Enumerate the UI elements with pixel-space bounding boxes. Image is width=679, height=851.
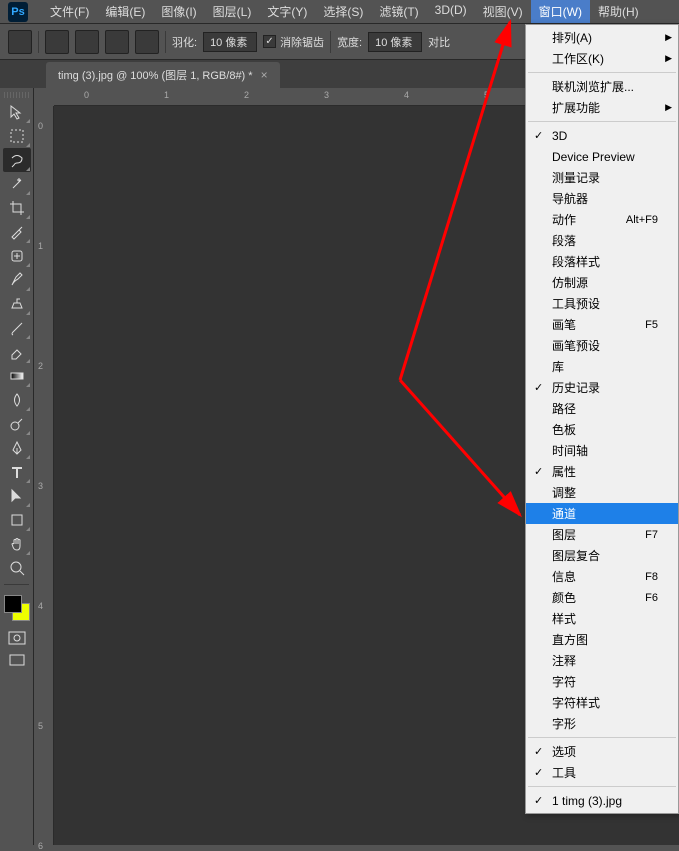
tool-preset-picker[interactable] (8, 30, 32, 54)
color-swatches[interactable] (4, 595, 30, 621)
feather-label: 羽化: (172, 34, 197, 50)
menu-文字[interactable]: 文字(Y) (259, 0, 315, 23)
menu-item[interactable]: 工作区(K)▶ (526, 48, 678, 69)
path-selection-tool[interactable] (3, 484, 31, 508)
type-tool[interactable] (3, 460, 31, 484)
toolbar (0, 88, 34, 845)
menu-item[interactable]: 路径 (526, 398, 678, 419)
dodge-tool[interactable] (3, 412, 31, 436)
menu-item[interactable]: 画笔预设 (526, 335, 678, 356)
ps-logo: Ps (8, 2, 28, 22)
antialias-checkbox[interactable]: ✓ 消除锯齿 (263, 34, 324, 50)
foreground-color-swatch[interactable] (4, 595, 22, 613)
menu-item[interactable]: 调整 (526, 482, 678, 503)
selection-intersect-icon[interactable] (135, 30, 159, 54)
menu-item[interactable]: 时间轴 (526, 440, 678, 461)
document-tab-title: timg (3).jpg @ 100% (图层 1, RGB/8#) * (58, 67, 253, 83)
menu-item[interactable]: ✓1 timg (3).jpg (526, 790, 678, 811)
menu-item[interactable]: 色板 (526, 419, 678, 440)
menu-item[interactable]: 段落 (526, 230, 678, 251)
blur-tool[interactable] (3, 388, 31, 412)
zoom-tool[interactable] (3, 556, 31, 580)
menu-文件[interactable]: 文件(F) (42, 0, 97, 23)
ruler-corner (34, 88, 54, 106)
menu-item[interactable]: 仿制源 (526, 272, 678, 293)
menu-item[interactable]: 段落样式 (526, 251, 678, 272)
menu-item[interactable]: 排列(A)▶ (526, 27, 678, 48)
menu-item[interactable]: 颜色F6 (526, 587, 678, 608)
menu-item[interactable]: 信息F8 (526, 566, 678, 587)
menu-item[interactable]: Device Preview (526, 146, 678, 167)
menu-item[interactable]: 图层F7 (526, 524, 678, 545)
menu-item[interactable]: 联机浏览扩展... (526, 76, 678, 97)
menu-item[interactable]: 通道 (526, 503, 678, 524)
menu-item[interactable]: 图层复合 (526, 545, 678, 566)
menu-item[interactable]: 字符 (526, 671, 678, 692)
clone-stamp-tool[interactable] (3, 292, 31, 316)
menu-item[interactable]: 动作Alt+F9 (526, 209, 678, 230)
gradient-tool[interactable] (3, 364, 31, 388)
menu-窗口[interactable]: 窗口(W) (531, 0, 590, 23)
menu-item[interactable]: 库 (526, 356, 678, 377)
menu-选择[interactable]: 选择(S) (315, 0, 371, 23)
menu-item[interactable]: 导航器 (526, 188, 678, 209)
pen-tool[interactable] (3, 436, 31, 460)
menu-图层[interactable]: 图层(L) (205, 0, 260, 23)
contrast-label: 对比 (428, 34, 450, 50)
menu-帮助[interactable]: 帮助(H) (590, 0, 647, 23)
history-brush-tool[interactable] (3, 316, 31, 340)
window-menu-dropdown: 排列(A)▶工作区(K)▶ 联机浏览扩展...扩展功能▶ ✓3DDevice Pre… (525, 24, 679, 814)
menu-图像[interactable]: 图像(I) (153, 0, 204, 23)
selection-new-icon[interactable] (45, 30, 69, 54)
screen-mode-toggle[interactable] (5, 651, 29, 669)
lasso-tool[interactable] (3, 148, 31, 172)
hand-tool[interactable] (3, 532, 31, 556)
width-label: 宽度: (337, 34, 362, 50)
menu-item[interactable]: 扩展功能▶ (526, 97, 678, 118)
selection-add-icon[interactable] (75, 30, 99, 54)
marquee-tool[interactable] (3, 124, 31, 148)
move-tool[interactable] (3, 100, 31, 124)
menu-item[interactable]: ✓历史记录 (526, 377, 678, 398)
selection-subtract-icon[interactable] (105, 30, 129, 54)
brush-tool[interactable] (3, 268, 31, 292)
menubar: Ps 文件(F)编辑(E)图像(I)图层(L)文字(Y)选择(S)滤镜(T)3D… (0, 0, 679, 24)
width-input[interactable] (368, 32, 422, 52)
menu-item[interactable]: 字形 (526, 713, 678, 734)
close-icon[interactable]: × (261, 68, 268, 82)
menu-item[interactable]: 画笔F5 (526, 314, 678, 335)
quick-mask-toggle[interactable] (5, 629, 29, 647)
menu-item[interactable]: ✓3D (526, 125, 678, 146)
document-tab[interactable]: timg (3).jpg @ 100% (图层 1, RGB/8#) * × (46, 62, 280, 88)
healing-brush-tool[interactable] (3, 244, 31, 268)
menu-滤镜[interactable]: 滤镜(T) (371, 0, 426, 23)
menu-视图[interactable]: 视图(V) (475, 0, 531, 23)
shape-tool[interactable] (3, 508, 31, 532)
menu-item[interactable]: 直方图 (526, 629, 678, 650)
menu-item[interactable]: 样式 (526, 608, 678, 629)
menu-item[interactable]: 工具预设 (526, 293, 678, 314)
eyedropper-tool[interactable] (3, 220, 31, 244)
menu-item[interactable]: 测量记录 (526, 167, 678, 188)
menu-item[interactable]: ✓选项 (526, 741, 678, 762)
menu-item[interactable]: 字符样式 (526, 692, 678, 713)
menu-item[interactable]: ✓工具 (526, 762, 678, 783)
menu-item[interactable]: ✓属性 (526, 461, 678, 482)
menu-3d[interactable]: 3D(D) (427, 0, 475, 23)
toolbar-handle[interactable] (4, 92, 29, 98)
crop-tool[interactable] (3, 196, 31, 220)
menu-编辑[interactable]: 编辑(E) (97, 0, 153, 23)
ruler-vertical: 0123456 (34, 106, 54, 845)
feather-input[interactable] (203, 32, 257, 52)
magic-wand-tool[interactable] (3, 172, 31, 196)
menu-item[interactable]: 注释 (526, 650, 678, 671)
eraser-tool[interactable] (3, 340, 31, 364)
